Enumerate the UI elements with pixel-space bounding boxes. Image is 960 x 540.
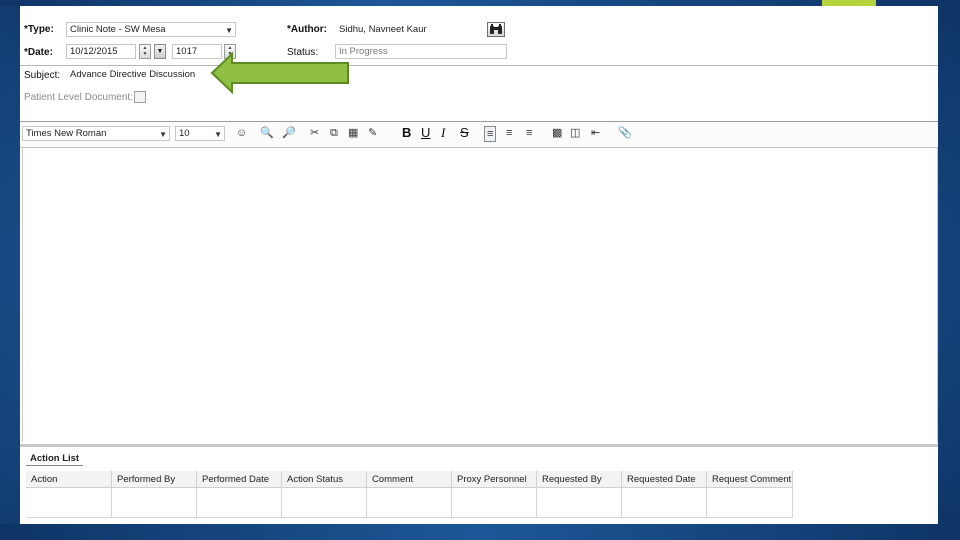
subject-label: Subject: [24, 70, 61, 81]
table-cell[interactable] [112, 488, 197, 518]
table-cell[interactable] [282, 488, 367, 518]
underline-button[interactable]: U [421, 126, 430, 140]
column-header[interactable]: Requested Date [622, 471, 707, 488]
date-value: 10/12/2015 [70, 46, 118, 57]
table-cell[interactable] [26, 488, 112, 518]
column-header[interactable]: Comment [367, 471, 452, 488]
type-select[interactable]: Clinic Note - SW Mesa ▼ [66, 22, 236, 37]
align-center-icon[interactable]: ≡ [506, 126, 512, 140]
column-header[interactable]: Request Comment [707, 471, 793, 488]
callout-arrow [210, 52, 349, 94]
font-family-select[interactable]: Times New Roman ▼ [22, 126, 170, 141]
font-size-value: 10 [179, 128, 190, 139]
bold-button[interactable]: B [402, 126, 411, 140]
date-label: *Date: [24, 47, 53, 58]
paste-icon[interactable]: ▦ [348, 126, 358, 140]
author-field[interactable]: Sidhu, Navneet Kaur [335, 22, 485, 37]
column-header[interactable]: Performed By [112, 471, 197, 488]
action-list-panel: Action List Action Performed By Performe… [20, 444, 938, 524]
column-header[interactable]: Proxy Personnel [452, 471, 537, 488]
header-divider [20, 65, 938, 66]
status-field: In Progress [335, 44, 507, 59]
note-editor-area[interactable] [22, 148, 938, 442]
spellcheck-icon[interactable]: ☺ [236, 126, 247, 140]
table-cell[interactable] [452, 488, 537, 518]
slide-bottom-band [0, 524, 960, 540]
binoculars-icon [490, 24, 502, 34]
font-family-value: Times New Roman [26, 128, 107, 139]
italic-button[interactable]: I [441, 126, 445, 140]
table-cell[interactable] [707, 488, 793, 518]
patient-level-checkbox[interactable] [134, 91, 146, 103]
table-cell[interactable] [197, 488, 282, 518]
zoom-out-icon[interactable]: 🔎 [282, 126, 296, 140]
type-label: *Type: [24, 24, 54, 35]
subject-value: Advance Directive Discussion [70, 69, 196, 80]
table-cell[interactable] [622, 488, 707, 518]
chevron-down-icon: ▼ [159, 130, 167, 139]
date-calendar-button[interactable]: ▼ [154, 44, 166, 59]
time-value: 1017 [176, 46, 198, 57]
column-header[interactable]: Requested By [537, 471, 622, 488]
subject-input[interactable]: Advance Directive Discussion [66, 67, 222, 82]
author-label: *Author: [287, 24, 327, 35]
patient-level-label: Patient Level Document: [24, 92, 133, 103]
author-search-button[interactable] [487, 22, 505, 37]
strikethrough-button[interactable]: S [460, 126, 469, 140]
column-header[interactable]: Action [26, 471, 112, 488]
column-header[interactable]: Action Status [282, 471, 367, 488]
chevron-down-icon: ▼ [225, 26, 233, 35]
chevron-down-icon: ▼ [156, 48, 164, 55]
clinical-note-window: *Type: Clinic Note - SW Mesa ▼ *Author: … [20, 6, 938, 524]
type-value: Clinic Note - SW Mesa [70, 24, 166, 35]
stamp-icon[interactable]: ▩ [552, 126, 562, 140]
insert-field-icon[interactable]: ◫ [570, 126, 580, 140]
date-input[interactable]: 10/12/2015 [66, 44, 136, 59]
table-cell[interactable] [367, 488, 452, 518]
action-list-tab[interactable]: Action List [26, 452, 84, 466]
author-value: Sidhu, Navneet Kaur [339, 24, 427, 35]
chevron-down-icon: ▼ [214, 130, 222, 139]
align-left-icon[interactable]: ≡ [484, 126, 497, 142]
column-header[interactable]: Performed Date [197, 471, 282, 488]
table-cell[interactable] [537, 488, 622, 518]
copy-icon[interactable]: ⧉ [330, 126, 338, 140]
attachment-icon[interactable]: 📎 [618, 126, 632, 140]
date-spinner[interactable]: ▲ ▼ [139, 44, 151, 59]
align-right-icon[interactable]: ≡ [526, 126, 532, 140]
zoom-in-icon[interactable]: 🔍 [260, 126, 274, 140]
font-size-select[interactable]: 10 ▼ [175, 126, 225, 141]
cut-icon[interactable]: ✂ [310, 126, 319, 140]
format-painter-icon[interactable]: ✎ [368, 126, 377, 140]
indent-icon[interactable]: ⇤ [591, 126, 600, 140]
